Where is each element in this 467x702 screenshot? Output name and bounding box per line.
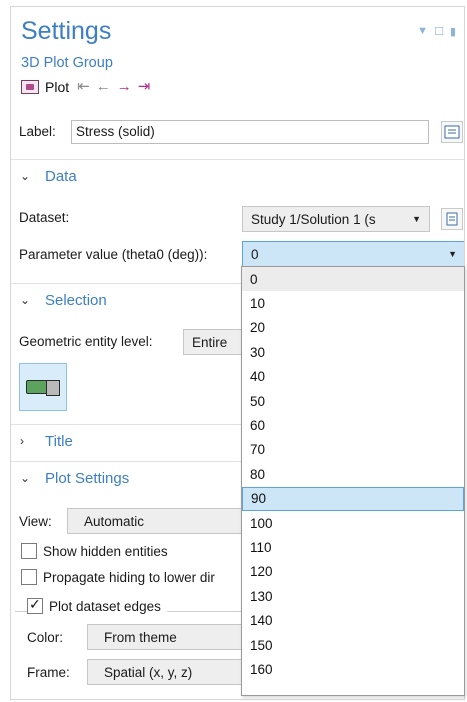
chevron-right-icon: › — [20, 434, 24, 448]
view-value: Automatic — [84, 513, 145, 529]
frame-label: Frame: — [27, 665, 70, 680]
dropdown-option[interactable]: 80 — [242, 462, 464, 486]
go-to-source-icon — [446, 212, 458, 226]
dropdown-option[interactable]: 150 — [242, 633, 464, 657]
chevron-down-icon[interactable]: ▼ — [417, 25, 428, 38]
color-label: Color: — [27, 630, 64, 645]
node-type-subtitle: 3D Plot Group — [21, 55, 113, 71]
geometric-entity-level-label: Geometric entity level: — [19, 334, 153, 349]
last-arrow-icon[interactable]: ⇥ — [138, 79, 151, 94]
chevron-down-icon: ⌄ — [20, 471, 31, 485]
show-hidden-entities-label: Show hidden entities — [43, 543, 168, 559]
section-title-title: Title — [45, 433, 73, 450]
dropdown-option[interactable]: 30 — [242, 340, 464, 364]
section-title-selection: Selection — [45, 292, 107, 309]
propagate-hiding-label: Propagate hiding to lower dir — [43, 569, 215, 585]
domain-entity-icon — [26, 380, 60, 396]
dropdown-option[interactable]: 20 — [242, 316, 464, 340]
view-label: View: — [19, 514, 52, 529]
frame-select[interactable]: Spatial (x, y, z) — [87, 659, 257, 685]
dropdown-option-selected[interactable]: 90 — [242, 486, 464, 511]
dataset-label: Dataset: — [19, 210, 70, 225]
dropdown-option[interactable]: 70 — [242, 438, 464, 462]
section-data[interactable]: ⌄ Data — [11, 159, 464, 195]
window-controls: ▼ ☐ ▮ — [417, 25, 456, 38]
dropdown-option[interactable]: 130 — [242, 584, 464, 608]
frame-value: Spatial (x, y, z) — [104, 664, 193, 680]
plot-dataset-edges-label: Plot dataset edges — [49, 598, 161, 614]
dataset-select[interactable]: Study 1/Solution 1 (s ▼ — [242, 206, 430, 232]
dropdown-option[interactable]: 50 — [242, 389, 464, 413]
dropdown-option[interactable]: 120 — [242, 560, 464, 584]
dropdown-option[interactable]: 160 — [242, 657, 464, 681]
maximize-icon[interactable]: ☐ — [434, 25, 444, 38]
page-title: Settings — [21, 17, 112, 45]
dropdown-option[interactable]: 110 — [242, 535, 464, 559]
parameter-value: 0 — [251, 246, 259, 262]
next-arrow-icon[interactable]: → — [117, 79, 132, 94]
note-icon — [444, 125, 460, 139]
plot-dataset-edges-checkbox[interactable]: Plot dataset edges — [27, 596, 167, 614]
first-arrow-icon[interactable]: ⇤ — [77, 79, 90, 94]
section-title-plot-settings: Plot Settings — [45, 470, 130, 487]
view-select[interactable]: Automatic — [67, 508, 257, 534]
chevron-down-icon: ⌄ — [20, 293, 31, 307]
dropdown-option[interactable]: 10 — [242, 291, 464, 315]
caret-down-icon: ▼ — [412, 214, 421, 224]
edit-label-button[interactable] — [441, 121, 463, 143]
section-title-data: Data — [45, 168, 77, 185]
plot-toolbar: Plot ⇤ ← → ⇥ — [21, 79, 150, 95]
color-select[interactable]: From theme — [87, 624, 257, 650]
color-value: From theme — [104, 629, 177, 645]
pin-icon[interactable]: ▮ — [450, 25, 456, 38]
dropdown-option[interactable]: 140 — [242, 608, 464, 632]
parameter-value-select[interactable]: 0 ▼ — [242, 241, 464, 267]
chevron-down-icon: ⌄ — [20, 169, 31, 183]
geometric-entity-level-value: Entire — [192, 334, 228, 350]
parameter-value-dropdown-list[interactable]: 0 10 20 30 40 50 60 70 80 90 100 110 120… — [241, 266, 465, 696]
show-hidden-entities-checkbox[interactable]: Show hidden entities — [21, 543, 168, 559]
previous-arrow-icon[interactable]: ← — [96, 79, 111, 94]
checkbox-box[interactable] — [21, 569, 37, 585]
dropdown-option[interactable]: 60 — [242, 413, 464, 437]
dataset-value: Study 1/Solution 1 (s — [251, 211, 376, 227]
plot-button-label[interactable]: Plot — [45, 79, 69, 95]
checkbox-box-checked[interactable] — [27, 596, 43, 614]
propagate-hiding-checkbox[interactable]: Propagate hiding to lower dir — [21, 569, 215, 585]
checkbox-box[interactable] — [21, 543, 37, 559]
label-field-label: Label: — [19, 124, 56, 139]
label-input[interactable]: Stress (solid) — [71, 120, 429, 144]
plot-icon[interactable] — [21, 80, 39, 94]
dropdown-option[interactable]: 0 — [242, 267, 464, 292]
dropdown-option[interactable]: 40 — [242, 365, 464, 389]
caret-down-icon: ▼ — [448, 249, 457, 259]
dataset-go-to-source-button[interactable] — [441, 208, 463, 230]
dropdown-option[interactable]: 100 — [242, 511, 464, 535]
parameter-value-label: Parameter value (theta0 (deg)): — [19, 247, 208, 262]
domain-entity-button[interactable] — [19, 363, 67, 411]
